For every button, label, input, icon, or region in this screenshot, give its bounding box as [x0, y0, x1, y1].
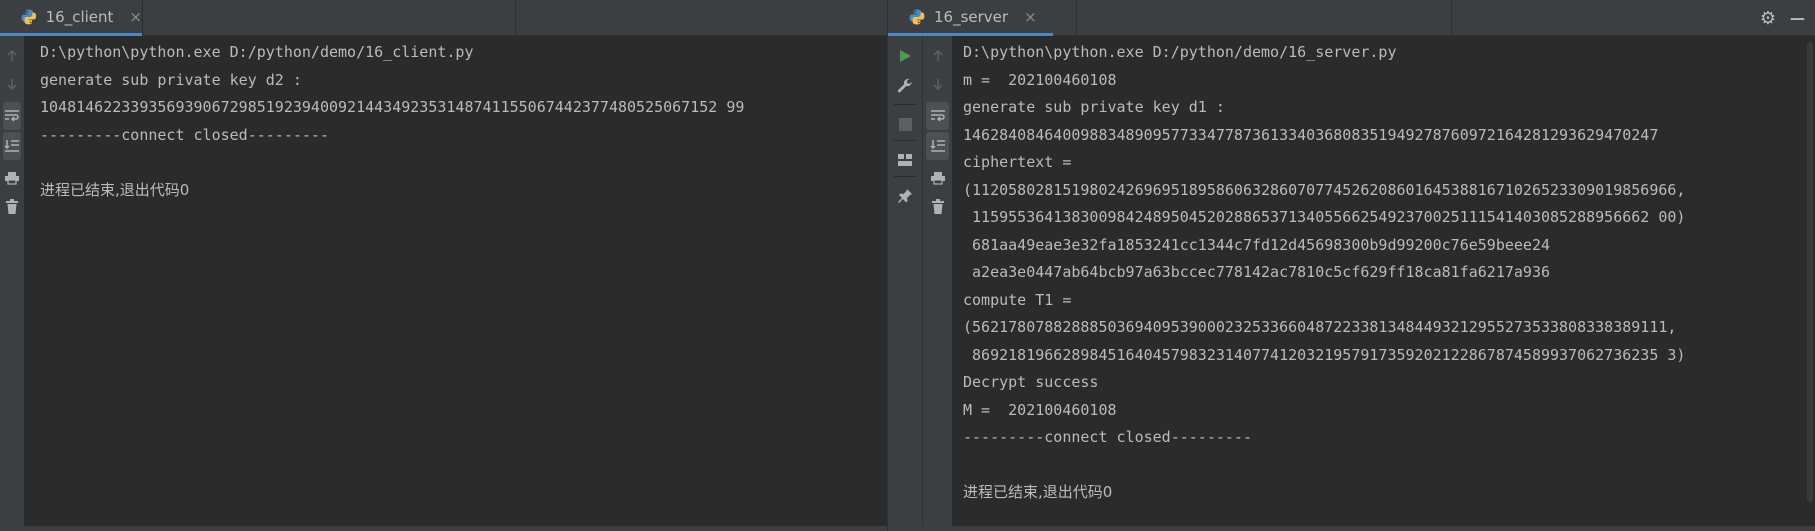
tab-16-client[interactable]: 16_client ×: [0, 0, 142, 36]
tab-separator: [142, 0, 143, 36]
toolbar-separator: [894, 140, 916, 141]
close-tab-icon[interactable]: ×: [1024, 8, 1037, 26]
console-line: Decrypt success: [963, 373, 1099, 391]
run-tool-window: 16_client × D:\python\python.exe D:/pyth…: [0, 0, 1815, 531]
console-line: 8692181966289845164045798323140774120321…: [963, 345, 1686, 364]
tab-separator: [515, 0, 516, 36]
print-icon[interactable]: [0, 164, 24, 192]
console-line: ---------connect closed---------: [40, 125, 329, 144]
console-line: ---------connect closed---------: [963, 428, 1252, 446]
minimize-icon[interactable]: —: [1790, 9, 1805, 27]
process-exit-line: 进程已结束,退出代码0: [40, 180, 190, 199]
console-line: 681aa49eae3e32fa1853241cc1344c7fd12d4569…: [963, 235, 1550, 254]
console-line: 1048146223393569390672985192394009214434…: [40, 98, 745, 116]
console-line: a2ea3e0447ab64bcb97a63bccec778142ac7810c…: [963, 263, 1550, 281]
console-line: (112058028151980242696951895860632860707…: [963, 180, 1686, 199]
stop-icon[interactable]: [888, 110, 922, 138]
layout-icon[interactable]: [888, 146, 922, 174]
client-console-output[interactable]: D:\python\python.exe D:/python/demo/16_c…: [24, 36, 888, 531]
client-bottom-border: [0, 526, 888, 531]
tab-label: 16_client: [45, 7, 114, 26]
tab-label: 16_server: [934, 7, 1009, 26]
console-line: D:\python\python.exe D:/python/demo/16_s…: [963, 43, 1397, 61]
python-file-icon: [21, 9, 37, 24]
window-actions: ⚙ —: [1760, 0, 1815, 36]
server-bottom-border: [888, 526, 1815, 531]
console-line: 1462840846400988348909577334778736133403…: [963, 125, 1659, 144]
console-line: M = 202100460108: [963, 400, 1117, 419]
trash-icon[interactable]: [923, 192, 952, 220]
server-console-output[interactable]: D:\python\python.exe D:/python/demo/16_s…: [952, 36, 1805, 531]
trash-icon[interactable]: [0, 192, 24, 220]
server-console-toolbar: [922, 36, 952, 531]
wrench-icon[interactable]: [888, 72, 922, 100]
print-icon[interactable]: [923, 164, 952, 192]
soft-wrap-icon[interactable]: [3, 102, 21, 130]
console-line: generate sub private key d1 :: [963, 98, 1225, 116]
process-exit-line: 进程已结束,退出代码0: [963, 483, 1113, 501]
scroll-to-end-icon[interactable]: [926, 132, 949, 160]
close-tab-icon[interactable]: ×: [129, 8, 142, 26]
scrollbar-thumb[interactable]: [1807, 42, 1813, 502]
console-line: (562178078828885036940953900023253366048…: [963, 318, 1677, 336]
server-run-toolbar: [888, 36, 922, 531]
console-line: ciphertext =: [963, 153, 1072, 171]
client-tabbar: 16_client ×: [0, 0, 888, 36]
console-line: generate sub private key d2 :: [40, 70, 302, 89]
scroll-down-arrow-icon[interactable]: [0, 70, 24, 98]
client-console-toolbar: [0, 36, 24, 531]
toolbar-separator: [894, 104, 916, 105]
tab-separator: [1451, 0, 1452, 36]
console-line: 1159553641383009842489504520288653713405…: [963, 208, 1686, 226]
scroll-down-arrow-icon[interactable]: [923, 70, 952, 98]
server-run-pane: 16_server × ⚙ — D:\python\python.exe D:/…: [888, 0, 1815, 531]
soft-wrap-icon[interactable]: [926, 102, 949, 130]
console-line: m = 202100460108: [963, 70, 1117, 89]
server-tabbar: 16_server × ⚙ —: [888, 0, 1815, 36]
scroll-up-arrow-icon[interactable]: [923, 42, 952, 70]
scroll-to-end-icon[interactable]: [3, 132, 21, 160]
scroll-up-arrow-icon[interactable]: [0, 42, 24, 70]
console-line: D:\python\python.exe D:/python/demo/16_c…: [40, 43, 474, 61]
gear-icon[interactable]: ⚙: [1760, 8, 1776, 29]
tab-16-server[interactable]: 16_server ×: [888, 0, 1053, 36]
console-line: compute T1 =: [963, 290, 1072, 309]
client-run-pane: 16_client × D:\python\python.exe D:/pyth…: [0, 0, 888, 531]
pin-icon[interactable]: [888, 182, 922, 210]
vertical-scrollbar[interactable]: [1805, 36, 1815, 526]
tab-separator: [1076, 0, 1077, 36]
toolbar-separator: [894, 176, 916, 177]
python-file-icon: [909, 9, 925, 24]
rerun-icon[interactable]: [888, 42, 922, 70]
